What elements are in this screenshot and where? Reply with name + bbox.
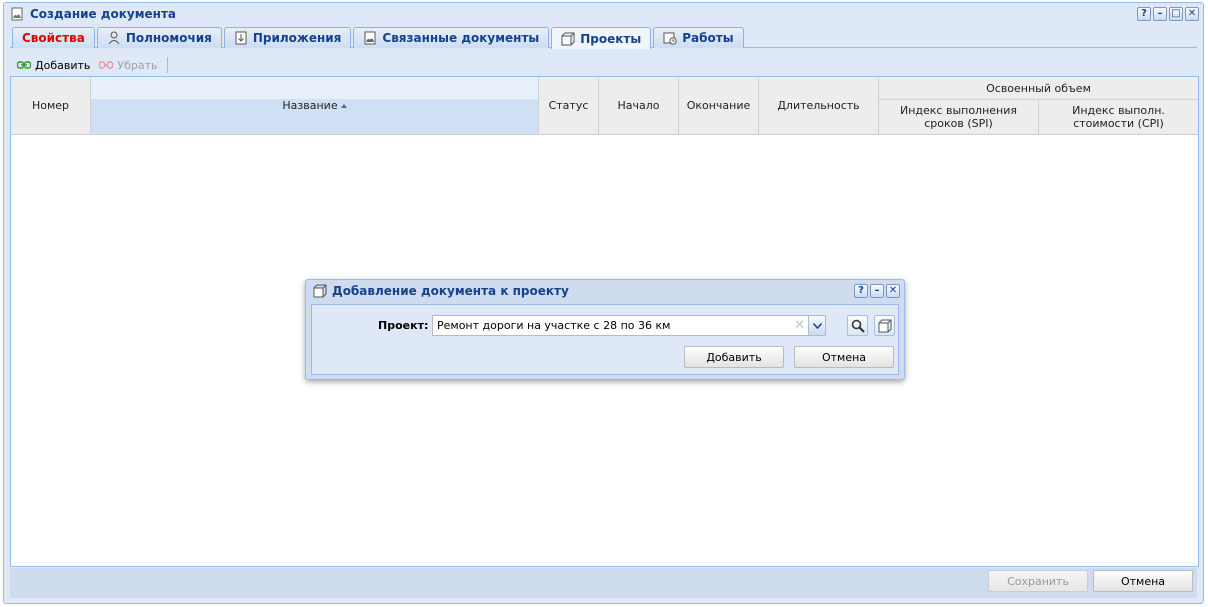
tab-label: Свойства: [22, 31, 85, 45]
dialog-cancel-button[interactable]: Отмена: [794, 346, 894, 368]
unlink-icon: [99, 61, 114, 69]
document-icon: [364, 31, 376, 45]
column-label: Длительность: [777, 99, 860, 112]
sort-ascending-icon: [340, 103, 347, 108]
column-header-start[interactable]: Начало: [599, 77, 679, 135]
user-icon: [108, 31, 120, 45]
tab-properties[interactable]: Свойства: [12, 27, 95, 48]
link-icon: [17, 61, 31, 69]
tab-related-documents[interactable]: Связанные документы: [353, 27, 550, 48]
dialog-add-button[interactable]: Добавить: [684, 346, 784, 368]
help-icon[interactable]: ?: [854, 284, 868, 298]
column-header-number[interactable]: Номер: [11, 77, 91, 135]
tab-projects[interactable]: Проекты: [551, 27, 652, 49]
remove-button-label: Убрать: [117, 58, 158, 72]
tab-label: Связанные документы: [382, 31, 540, 45]
chevron-down-icon[interactable]: [808, 316, 825, 335]
dialog-body: Проект: Ремонт дороги на участке с 28 по…: [311, 304, 899, 375]
maximize-icon[interactable]: □: [1169, 7, 1183, 21]
column-label: Индекс выполн. стоимости (CPI): [1072, 104, 1165, 130]
clear-icon[interactable]: ✕: [794, 318, 805, 333]
tab-label: Полномочия: [125, 31, 212, 45]
tab-strip: Свойства Полномочия Приложения Связанные…: [10, 26, 1197, 49]
window-title: Создание документа: [30, 7, 177, 21]
projects-icon: [561, 32, 575, 45]
column-header-duration[interactable]: Длительность: [759, 77, 879, 135]
column-header-status[interactable]: Статус: [539, 77, 599, 135]
project-combobox[interactable]: Ремонт дороги на участке с 28 по 36 км ✕: [432, 315, 826, 336]
document-icon: [11, 7, 23, 21]
projects-icon: [878, 319, 891, 332]
add-button-label: Добавить: [35, 58, 91, 72]
minimize-icon[interactable]: –: [870, 284, 884, 298]
tab-permissions[interactable]: Полномочия: [96, 27, 222, 48]
dialog-tools: ? – ✕: [854, 284, 900, 298]
column-label: Название: [282, 99, 338, 112]
column-header-name[interactable]: Название: [91, 77, 539, 135]
search-icon: [851, 319, 865, 333]
tab-works[interactable]: Работы: [653, 27, 744, 48]
column-label: Освоенный объем: [986, 81, 1091, 95]
help-icon[interactable]: ?: [1137, 7, 1151, 21]
tab-label: Приложения: [252, 31, 342, 45]
close-icon[interactable]: ✕: [886, 284, 900, 298]
tab-label: Проекты: [580, 31, 642, 46]
column-label: Индекс выполнения сроков (SPI): [899, 104, 1018, 130]
cancel-button[interactable]: Отмена: [1093, 570, 1193, 592]
cancel-button-label: Отмена: [1120, 574, 1166, 588]
search-button[interactable]: [847, 315, 868, 336]
column-header-cpi[interactable]: Индекс выполн. стоимости (CPI): [1039, 100, 1198, 135]
column-label: Начало: [617, 99, 660, 112]
save-button-label: Сохранить: [1007, 574, 1069, 588]
project-label: Проект:: [378, 319, 429, 332]
grid-toolbar: Добавить Убрать: [10, 54, 1197, 76]
save-button[interactable]: Сохранить: [988, 570, 1088, 592]
projects-icon: [313, 284, 327, 298]
column-label: Номер: [31, 99, 70, 112]
column-group-earned-value: Освоенный объем: [879, 77, 1198, 100]
column-label: Статус: [548, 99, 589, 112]
dialog-header: Добавление документа к проекту: [306, 280, 904, 302]
works-icon: [663, 32, 677, 45]
dialog-title: Добавление документа к проекту: [332, 284, 569, 298]
window-header: Создание документа: [4, 3, 1203, 25]
window-tools: ? – □ ✕: [1137, 7, 1199, 21]
column-header-end[interactable]: Окончание: [679, 77, 759, 135]
tab-attachments[interactable]: Приложения: [223, 27, 352, 48]
tab-label: Работы: [682, 31, 734, 45]
column-header-spi[interactable]: Индекс выполнения сроков (SPI): [879, 100, 1039, 135]
dialog-add-label: Добавить: [706, 350, 762, 364]
project-value: Ремонт дороги на участке с 28 по 36 км: [437, 319, 671, 332]
remove-button[interactable]: Убрать: [96, 55, 163, 75]
close-icon[interactable]: ✕: [1185, 7, 1199, 21]
column-label: Окончание: [686, 99, 751, 112]
add-button[interactable]: Добавить: [14, 55, 96, 75]
toolbar-separator: [167, 57, 169, 73]
minimize-icon[interactable]: –: [1153, 7, 1167, 21]
dialog-cancel-label: Отмена: [821, 350, 867, 364]
attachment-icon: [235, 31, 247, 45]
open-project-button[interactable]: [874, 315, 895, 336]
add-to-project-dialog: Добавление документа к проекту ? – ✕ Про…: [305, 279, 905, 380]
